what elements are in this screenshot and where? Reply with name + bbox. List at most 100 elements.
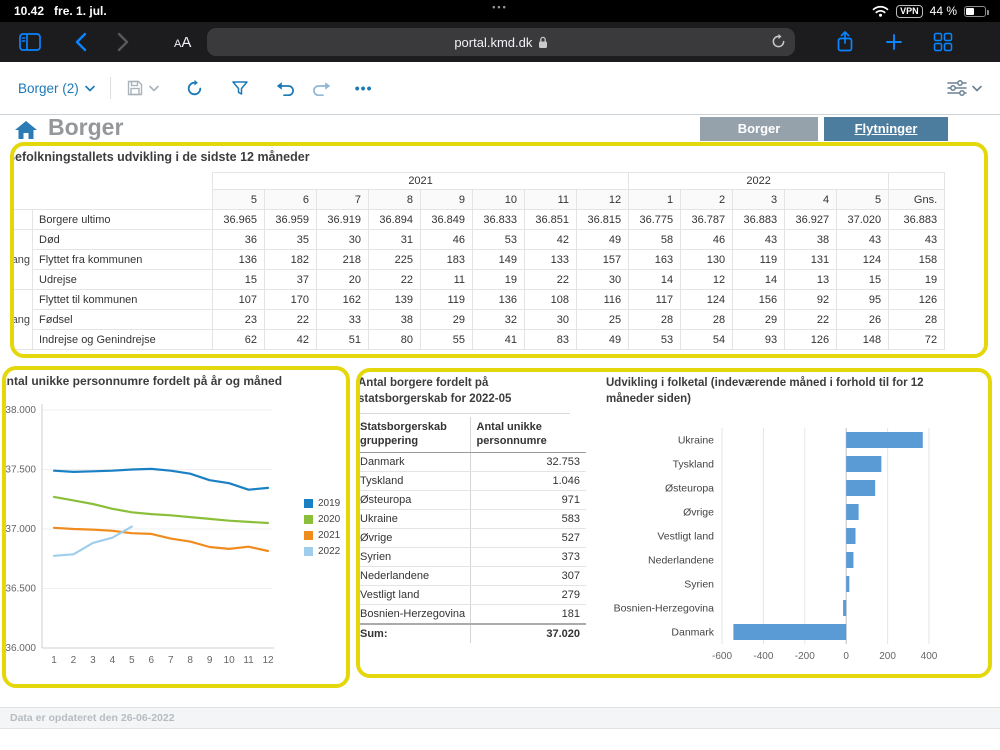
category-label: Nederlandene [648, 555, 714, 567]
citizenship-row: Øvrige527 [360, 528, 586, 547]
value-cell: 162 [317, 290, 369, 310]
lock-icon [538, 36, 548, 49]
value-cell: 20 [317, 270, 369, 290]
x-tick-label: 200 [879, 651, 896, 662]
save-icon [126, 79, 144, 97]
citizenship-row: Danmark32.753 [360, 452, 586, 471]
line-chart-panel: Antal unikke personnumre fordelt på år o… [6, 372, 346, 684]
tab-borger[interactable]: Borger [700, 117, 818, 141]
text-size-button[interactable]: AA [174, 34, 191, 51]
value-cell: 119 [733, 250, 785, 270]
month-header-cell: 11 [525, 190, 577, 210]
value-cell: 11 [421, 270, 473, 290]
legend-item[interactable]: 2021 [304, 530, 340, 541]
view-selector-label: Borger (2) [18, 81, 79, 96]
sidebar-toggle-button[interactable] [18, 31, 42, 53]
redo-button[interactable] [311, 80, 331, 97]
filter-button[interactable] [231, 79, 249, 97]
column-settings-button[interactable] [947, 80, 982, 96]
share-button[interactable] [835, 30, 855, 54]
legend-item[interactable]: 2020 [304, 514, 340, 525]
table-row: Fødsel2322333829323025282829222628 [14, 310, 945, 330]
view-selector-dropdown[interactable]: Borger (2) [18, 81, 95, 96]
value-cell: 92 [785, 290, 837, 310]
category-label: Øvrige [683, 507, 714, 519]
month-header-cell: 5 [213, 190, 265, 210]
x-tick-label: 9 [207, 655, 213, 666]
legend-label: 2019 [318, 498, 340, 509]
bar-Danmark [733, 624, 846, 640]
value-cell: 38 [369, 310, 421, 330]
bar-Ukraine [846, 432, 923, 448]
status-right: VPN 44 % [872, 4, 986, 18]
count-cell: 971 [470, 490, 586, 509]
legend-label: 2022 [318, 546, 340, 557]
value-cell: 36.919 [317, 210, 369, 230]
value-cell: 31 [369, 230, 421, 250]
value-cell: 36.965 [213, 210, 265, 230]
row-label: Flyttet til kommunen [33, 290, 213, 310]
citizenship-panel: Antal borgere fordelt på statsborgerskab… [360, 372, 592, 674]
legend-item[interactable]: 2019 [304, 498, 340, 509]
value-cell: 19 [473, 270, 525, 290]
value-cell: 183 [421, 250, 473, 270]
value-cell: 43 [837, 230, 889, 250]
refresh-button[interactable] [185, 79, 204, 98]
x-tick-label: 5 [129, 655, 135, 666]
country-cell: Syrien [360, 547, 470, 566]
year-header-empty [889, 173, 945, 190]
forward-button[interactable] [116, 31, 130, 53]
home-button[interactable] [14, 119, 38, 146]
more-button[interactable]: ••• [355, 80, 373, 96]
value-cell: 41 [473, 330, 525, 350]
tab-flytninger[interactable]: Flytninger [824, 117, 948, 141]
value-cell: 26 [837, 310, 889, 330]
text-size-small: A [174, 38, 181, 50]
share-icon [835, 30, 855, 54]
legend-item[interactable]: 2022 [304, 546, 340, 557]
undo-button[interactable] [276, 80, 296, 97]
page-header: Borger Borger Flytninger [0, 116, 1000, 144]
url-text: portal.kmd.dk [454, 35, 532, 50]
value-cell: 53 [629, 330, 681, 350]
value-cell: 36.883 [889, 210, 945, 230]
sliders-icon [947, 80, 967, 96]
back-button[interactable] [74, 31, 88, 53]
category-label: Bosnien-Herzegovina [614, 603, 715, 615]
value-cell: 148 [837, 330, 889, 350]
category-label: Syrien [684, 579, 714, 591]
value-cell: 163 [629, 250, 681, 270]
tab-overview-button[interactable] [933, 32, 953, 52]
value-cell: 126 [785, 330, 837, 350]
value-cell: 124 [837, 250, 889, 270]
x-tick-label: 11 [243, 655, 254, 666]
row-label: Udrejse [33, 270, 213, 290]
value-cell: 116 [577, 290, 629, 310]
value-cell: 25 [577, 310, 629, 330]
table-row: Flyttet fra kommunen13618221822518314913… [14, 250, 945, 270]
value-cell: 130 [681, 250, 733, 270]
reload-button[interactable] [771, 34, 786, 52]
save-button[interactable] [126, 79, 159, 97]
address-bar[interactable]: portal.kmd.dk [207, 28, 795, 56]
month-header-cell: 8 [369, 190, 421, 210]
value-cell: 53 [473, 230, 525, 250]
value-cell: 32 [473, 310, 525, 330]
battery-icon [964, 6, 986, 17]
x-tick-label: 6 [148, 655, 154, 666]
value-cell: 42 [525, 230, 577, 250]
value-cell: 36 [213, 230, 265, 250]
value-cell: 46 [681, 230, 733, 250]
citizenship-row: Østeuropa971 [360, 490, 586, 509]
funnel-icon [231, 79, 249, 97]
value-cell: 36.894 [369, 210, 421, 230]
value-cell: 136 [213, 250, 265, 270]
new-tab-button[interactable] [885, 33, 903, 51]
ipad-screen: 10.42 fre. 1. jul. ••• VPN 44 % [0, 0, 1000, 750]
citizenship-row: Ukraine583 [360, 509, 586, 528]
count-cell: 527 [470, 528, 586, 547]
month-header-cell: Gns. [889, 190, 945, 210]
value-cell: 36.851 [525, 210, 577, 230]
value-cell: 157 [577, 250, 629, 270]
bar-Vestligt land [846, 528, 855, 544]
